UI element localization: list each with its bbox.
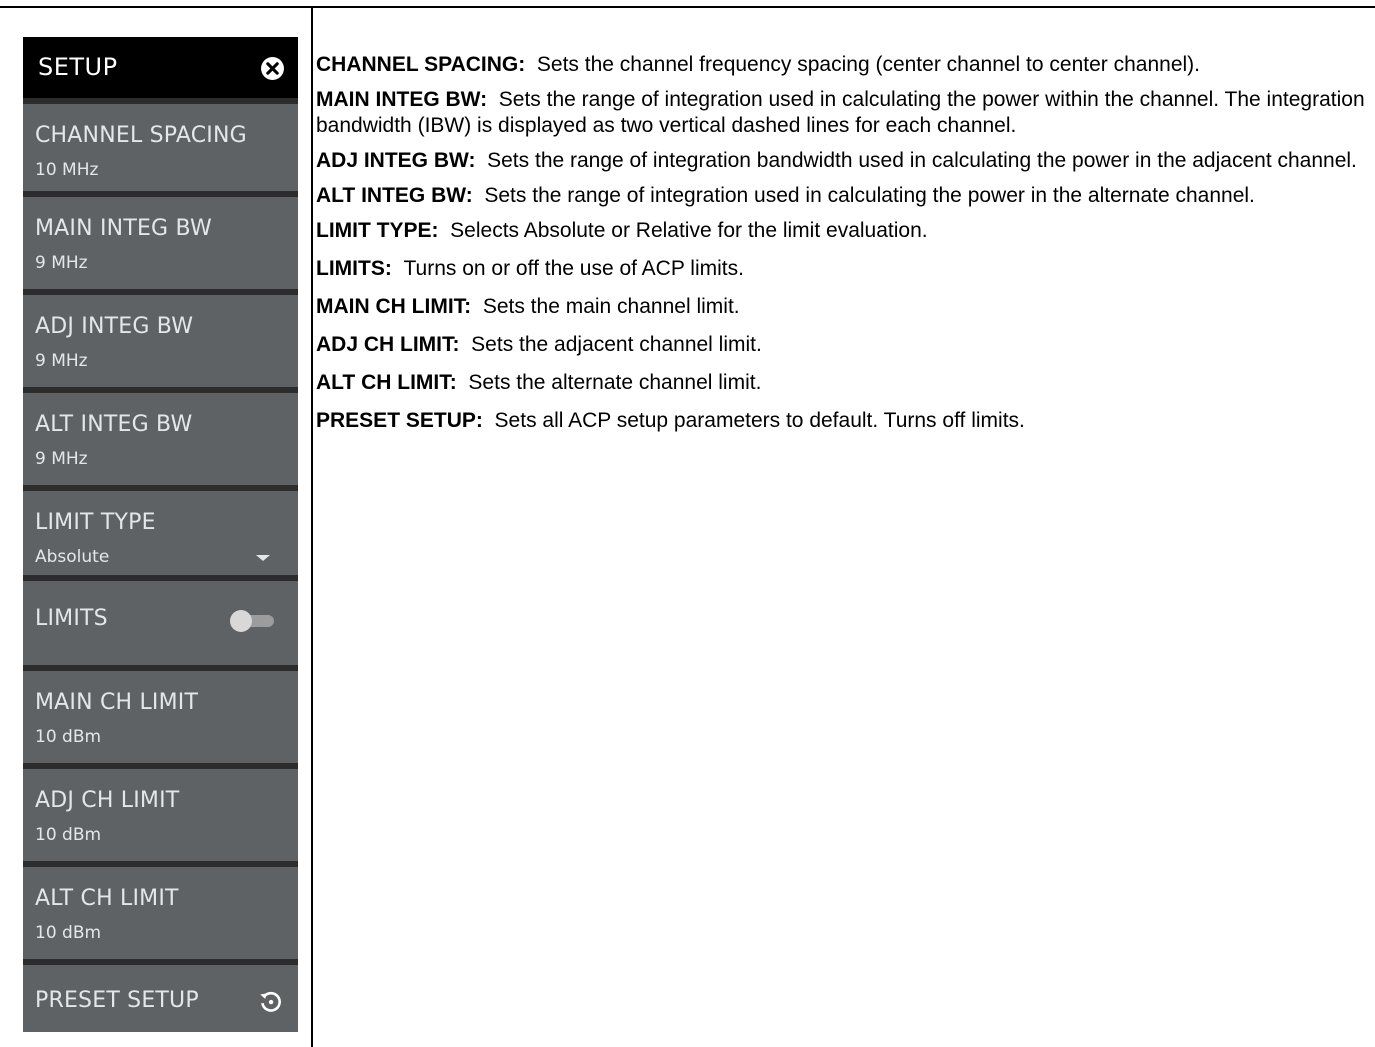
description-term: ALT INTEG BW: — [316, 184, 473, 207]
description-text: Sets the alternate channel limit. — [468, 371, 762, 394]
description-term: ALT CH LIMIT: — [316, 371, 457, 394]
description-adj-integ-bw: ADJ INTEG BW: Sets the range of integrat… — [316, 148, 1366, 174]
setup-menu: SETUP CHANNEL SPACING 10 MHz MAIN INTEG … — [23, 37, 298, 1032]
menu-item-adj-ch-limit[interactable]: ADJ CH LIMIT 10 dBm — [23, 763, 298, 861]
menu-item-label: LIMIT TYPE — [35, 510, 156, 535]
menu-item-alt-integ-bw[interactable]: ALT INTEG BW 9 MHz — [23, 387, 298, 485]
column-divider — [311, 6, 313, 1047]
toggle-knob — [230, 610, 252, 632]
description-main-ch-limit: MAIN CH LIMIT: Sets the main channel lim… — [316, 294, 1366, 320]
description-text: Sets all ACP setup parameters to default… — [494, 409, 1025, 432]
description-main-integ-bw: MAIN INTEG BW: Sets the range of integra… — [316, 87, 1366, 139]
menu-item-main-integ-bw[interactable]: MAIN INTEG BW 9 MHz — [23, 191, 298, 289]
description-preset-setup: PRESET SETUP: Sets all ACP setup paramet… — [316, 408, 1366, 434]
menu-item-preset-setup[interactable]: PRESET SETUP — [23, 959, 298, 1032]
menu-item-value: 9 MHz — [35, 253, 88, 273]
menu-item-value: 9 MHz — [35, 351, 88, 371]
menu-item-channel-spacing[interactable]: CHANNEL SPACING 10 MHz — [23, 98, 298, 191]
reset-icon[interactable] — [257, 988, 283, 1014]
menu-item-main-ch-limit[interactable]: MAIN CH LIMIT 10 dBm — [23, 665, 298, 763]
menu-title: SETUP — [38, 53, 118, 81]
chevron-down-icon[interactable] — [256, 555, 270, 561]
menu-item-value: Absolute — [35, 547, 110, 567]
menu-item-value: 10 dBm — [35, 825, 102, 845]
menu-item-label: CHANNEL SPACING — [35, 123, 247, 148]
menu-item-alt-ch-limit[interactable]: ALT CH LIMIT 10 dBm — [23, 861, 298, 959]
description-text: Sets the main channel limit. — [482, 295, 740, 318]
menu-header: SETUP — [23, 37, 298, 98]
limits-toggle[interactable] — [230, 610, 274, 632]
description-text: Sets the channel frequency spacing (cent… — [536, 53, 1200, 76]
menu-item-label: MAIN CH LIMIT — [35, 690, 199, 715]
menu-item-value: 10 dBm — [35, 727, 102, 747]
description-term: PRESET SETUP: — [316, 409, 483, 432]
description-text: Sets the range of integration bandwidth … — [487, 149, 1357, 172]
menu-item-label: LIMITS — [35, 606, 108, 631]
menu-item-label: MAIN INTEG BW — [35, 216, 212, 241]
description-term: CHANNEL SPACING: — [316, 53, 526, 76]
description-term: LIMITS: — [316, 257, 392, 280]
menu-item-limit-type[interactable]: LIMIT TYPE Absolute — [23, 485, 298, 575]
description-term: ADJ CH LIMIT: — [316, 333, 460, 356]
menu-item-label: ALT CH LIMIT — [35, 886, 179, 911]
description-channel-spacing: CHANNEL SPACING: Sets the channel freque… — [316, 52, 1366, 78]
description-limits: LIMITS: Turns on or off the use of ACP l… — [316, 256, 1366, 282]
description-term: MAIN INTEG BW: — [316, 88, 488, 111]
description-term: MAIN CH LIMIT: — [316, 295, 472, 318]
description-alt-ch-limit: ALT CH LIMIT: Sets the alternate channel… — [316, 370, 1366, 396]
description-alt-integ-bw: ALT INTEG BW: Sets the range of integrat… — [316, 183, 1366, 209]
menu-item-value: 10 MHz — [35, 160, 99, 180]
menu-item-adj-integ-bw[interactable]: ADJ INTEG BW 9 MHz — [23, 289, 298, 387]
menu-item-label: PRESET SETUP — [35, 988, 199, 1013]
menu-item-label: ADJ INTEG BW — [35, 314, 194, 339]
menu-item-value: 10 dBm — [35, 923, 102, 943]
menu-item-label: ADJ CH LIMIT — [35, 788, 180, 813]
menu-item-limits[interactable]: LIMITS — [23, 575, 298, 665]
close-icon[interactable] — [260, 56, 285, 81]
top-rule — [0, 6, 1375, 8]
description-list: CHANNEL SPACING: Sets the channel freque… — [316, 52, 1366, 434]
description-limit-type: LIMIT TYPE: Selects Absolute or Relative… — [316, 218, 1366, 244]
description-text: Selects Absolute or Relative for the lim… — [450, 219, 928, 242]
description-adj-ch-limit: ADJ CH LIMIT: Sets the adjacent channel … — [316, 332, 1366, 358]
description-text: Turns on or off the use of ACP limits. — [403, 257, 744, 280]
menu-item-value: 9 MHz — [35, 449, 88, 469]
description-term: ADJ INTEG BW: — [316, 149, 476, 172]
menu-item-label: ALT INTEG BW — [35, 412, 193, 437]
description-text: Sets the adjacent channel limit. — [471, 333, 762, 356]
description-term: LIMIT TYPE: — [316, 219, 439, 242]
description-text: Sets the range of integration used in ca… — [484, 184, 1255, 207]
